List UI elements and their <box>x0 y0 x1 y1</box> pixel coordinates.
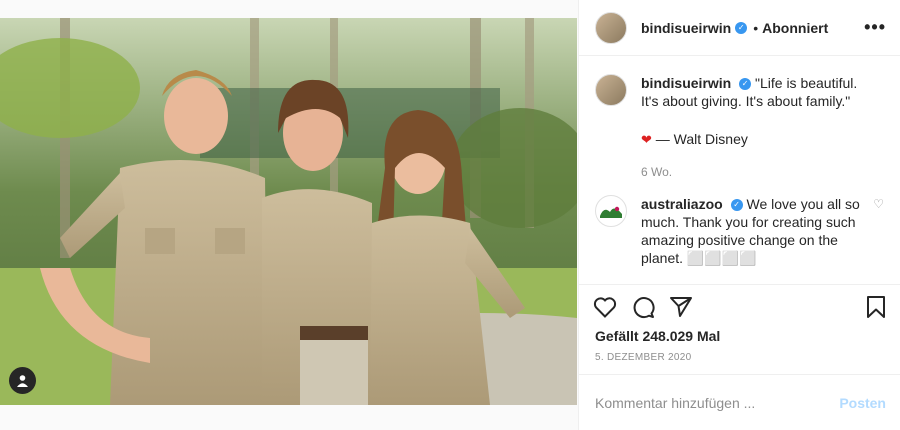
caption: bindisueirwin ✓ "Life is beautiful. It's… <box>595 74 884 181</box>
share-icon[interactable] <box>669 296 693 318</box>
heart-icon[interactable] <box>593 296 617 318</box>
verified-badge-icon: ✓ <box>735 21 748 34</box>
verified-badge-icon: ✓ <box>730 199 743 212</box>
caption-username[interactable]: bindisueirwin <box>641 75 731 91</box>
post-date: 5. DEZEMBER 2020 <box>595 352 692 363</box>
avatar[interactable] <box>595 11 627 44</box>
bookmark-icon[interactable] <box>866 295 886 319</box>
post-sidebar: bindisueirwin ✓ • Abonniert ••• bindisue… <box>578 0 900 430</box>
comment-item: australiazoo ✓ We love you all so much. … <box>595 195 884 267</box>
comment-icon[interactable] <box>631 295 655 319</box>
comment-input[interactable] <box>595 394 840 411</box>
verified-badge-icon: ✓ <box>739 78 752 91</box>
heart-emoji-icon: ❤ <box>641 132 652 147</box>
header-separator: • <box>753 19 759 36</box>
comment-username[interactable]: australiazoo <box>641 196 723 212</box>
family-photo <box>0 18 577 405</box>
post-header: bindisueirwin ✓ • Abonniert ••• <box>579 0 900 56</box>
header-username[interactable]: bindisueirwin <box>641 20 731 36</box>
comments-section: bindisueirwin ✓ "Life is beautiful. It's… <box>579 56 900 284</box>
caption-attribution-line: ❤ — Walt Disney <box>641 130 861 149</box>
caption-avatar[interactable] <box>595 74 627 106</box>
user-tag-icon[interactable] <box>9 367 36 394</box>
caption-attribution: — Walt Disney <box>655 131 748 147</box>
likes-count[interactable]: Gefällt 248.029 Mal <box>579 328 900 346</box>
post-photo[interactable] <box>0 18 577 405</box>
australiazoo-avatar[interactable] <box>595 195 627 227</box>
follow-status-button[interactable]: Abonniert <box>762 20 828 36</box>
comment-like-heart-icon[interactable]: ♡ <box>873 195 884 267</box>
caption-body: bindisueirwin ✓ "Life is beautiful. It's… <box>641 74 861 181</box>
post-button[interactable]: Posten <box>839 395 886 411</box>
comment-bar: Posten <box>579 374 900 430</box>
more-icon[interactable]: ••• <box>864 17 886 38</box>
comment-body: australiazoo ✓ We love you all so much. … <box>641 195 861 267</box>
action-bar <box>579 284 900 328</box>
caption-time[interactable]: 6 Wo. <box>641 163 861 181</box>
